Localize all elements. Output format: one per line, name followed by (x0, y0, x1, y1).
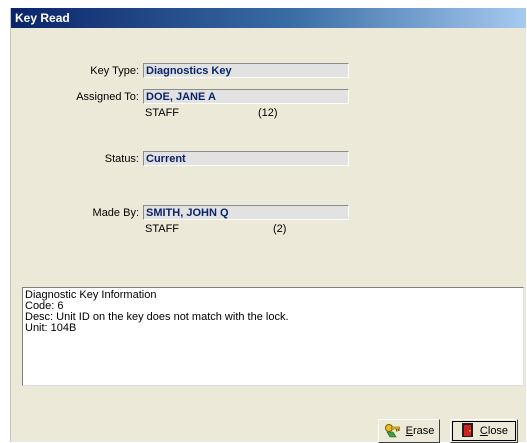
assigned-to-label: Assigned To: (76, 91, 139, 103)
door-exit-icon (460, 422, 476, 441)
assigned-to-role: STAFF (145, 107, 180, 119)
key-erase-icon (384, 422, 402, 441)
status-label: Status: (104, 153, 139, 165)
status-field: Current (143, 151, 349, 166)
window-title: Key Read (15, 11, 70, 25)
assigned-to-field: DOE, JANE A (143, 89, 349, 104)
close-button-label: Close (479, 425, 509, 437)
title-bar[interactable]: Key Read (11, 8, 526, 28)
info-line: Unit: 104B (25, 322, 77, 334)
key-type-label: Key Type: (90, 65, 139, 77)
key-type-field: Diagnostics Key (143, 63, 349, 78)
key-read-window: Key Read Key Type: Diagnostics Key Assig… (10, 8, 526, 443)
info-line: Desc: Unit ID on the key does not match … (25, 311, 289, 323)
info-line: Diagnostic Key Information (25, 289, 157, 301)
made-by-role: STAFF (145, 223, 180, 235)
made-by-field: SMITH, JOHN Q (143, 205, 349, 220)
erase-button[interactable]: Erase (378, 419, 440, 443)
close-button[interactable]: Close (450, 419, 518, 443)
diagnostic-info-textarea[interactable]: Diagnostic Key Information Code: 6 Desc:… (22, 287, 524, 386)
made-by-label: Made By: (92, 207, 139, 219)
made-by-id: (2) (273, 223, 287, 235)
assigned-to-id: (12) (258, 107, 278, 119)
erase-button-label: Erase (405, 425, 435, 437)
